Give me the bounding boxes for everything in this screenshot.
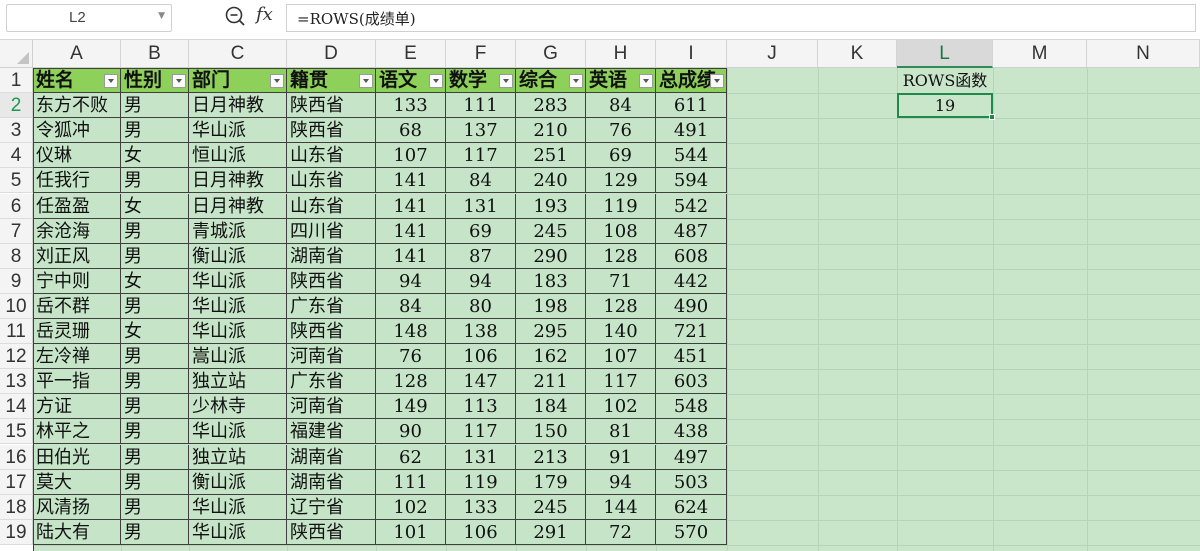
column-header-e[interactable]: E	[376, 40, 446, 68]
column-header-j[interactable]: J	[727, 40, 818, 68]
fill-handle[interactable]	[989, 114, 995, 121]
row-header-10[interactable]: 10	[0, 293, 33, 319]
row-header-15[interactable]: 15	[0, 419, 33, 445]
row-header-3[interactable]: 3	[0, 118, 33, 144]
rows-function-label[interactable]: ROWS函数	[897, 68, 993, 93]
column-header-g[interactable]: G	[516, 40, 586, 68]
row-header-8[interactable]: 8	[0, 243, 33, 269]
table-border	[33, 68, 727, 551]
column-header-f[interactable]: F	[446, 40, 516, 68]
row-header-16[interactable]: 16	[0, 444, 33, 470]
row-header-19[interactable]: 19	[0, 519, 33, 545]
formula-bar: L2 ▼ fx =ROWS(成绩单)	[0, 0, 1200, 40]
zoom-icon[interactable]	[224, 5, 246, 27]
column-header-i[interactable]: I	[656, 40, 727, 68]
row-header-4[interactable]: 4	[0, 143, 33, 169]
column-header-n[interactable]: N	[1087, 40, 1200, 68]
row-header-14[interactable]: 14	[0, 394, 33, 420]
column-header-d[interactable]: D	[287, 40, 376, 68]
row-header-11[interactable]: 11	[0, 319, 33, 345]
gridline	[897, 68, 898, 551]
row-header-6[interactable]: 6	[0, 193, 33, 219]
active-cell-l2[interactable]: 19	[897, 93, 993, 119]
column-header-m[interactable]: M	[993, 40, 1087, 68]
row-header-13[interactable]: 13	[0, 369, 33, 395]
fx-icon[interactable]: fx	[256, 4, 273, 25]
chevron-down-icon[interactable]: ▼	[158, 11, 165, 21]
row-header-7[interactable]: 7	[0, 218, 33, 244]
column-header-a[interactable]: A	[33, 40, 121, 68]
row-header-12[interactable]: 12	[0, 344, 33, 370]
column-header-b[interactable]: B	[121, 40, 189, 68]
gridline	[993, 68, 994, 551]
row-header-1[interactable]: 1	[0, 68, 33, 94]
gridline	[818, 68, 819, 551]
gridline	[1087, 68, 1088, 551]
column-header-k[interactable]: K	[818, 40, 897, 68]
column-header-l[interactable]: L	[897, 40, 993, 68]
row-header-18[interactable]: 18	[0, 494, 33, 520]
gridline	[727, 68, 728, 551]
column-header-h[interactable]: H	[586, 40, 656, 68]
column-header-c[interactable]: C	[189, 40, 287, 68]
formula-text: =ROWS(成绩单)	[297, 10, 416, 28]
row-header-5[interactable]: 5	[0, 168, 33, 194]
row-header-9[interactable]: 9	[0, 268, 33, 294]
name-box-value: L2	[69, 9, 86, 26]
formula-input[interactable]: =ROWS(成绩单)	[286, 4, 1196, 32]
name-box[interactable]: L2 ▼	[6, 4, 172, 32]
row-header-17[interactable]: 17	[0, 469, 33, 495]
row-header-2[interactable]: 2	[0, 93, 33, 119]
spreadsheet-grid[interactable]: ABCDEFGHIJKLMN 1 2 3 4 5 6 7 8 9 10 11 12 13 14 15 16 17…	[0, 40, 1200, 551]
select-all-corner[interactable]	[0, 40, 33, 68]
